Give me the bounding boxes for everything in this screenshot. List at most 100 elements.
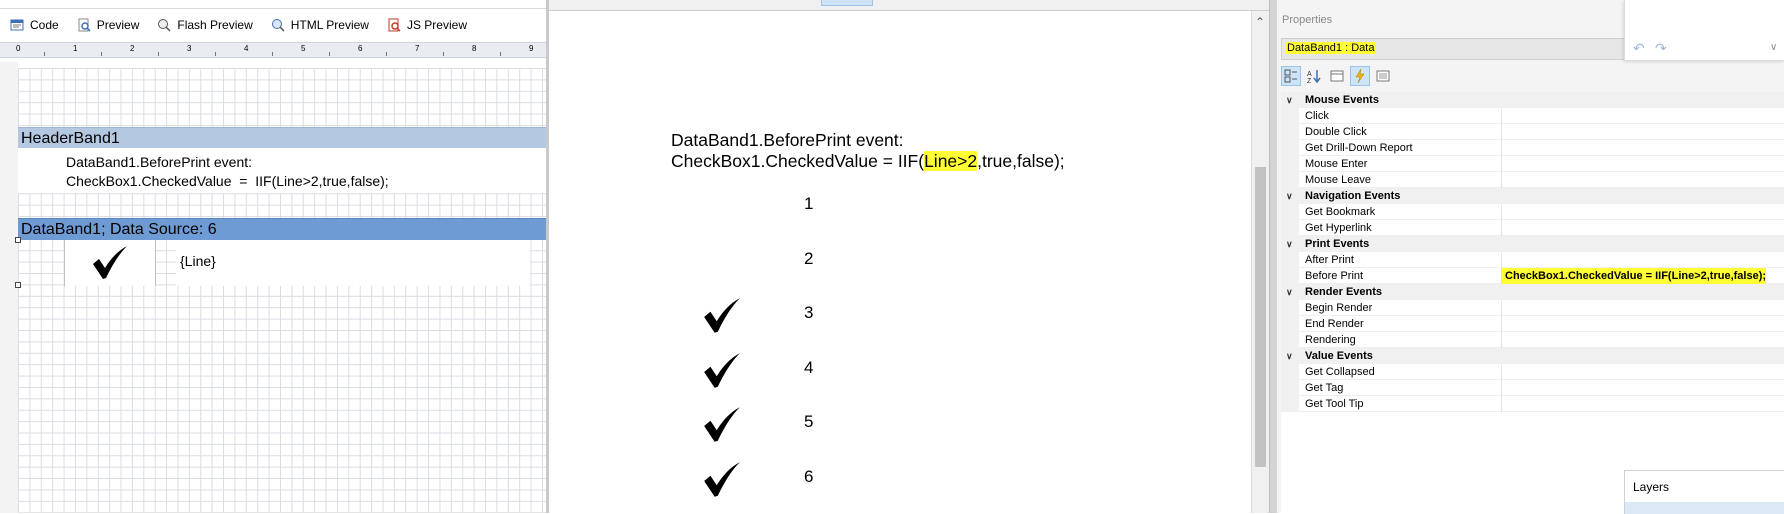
- undo-icon[interactable]: ↶: [1633, 40, 1645, 57]
- ruler-mark: 6: [358, 44, 363, 53]
- property-row[interactable]: Mouse Leave: [1281, 172, 1784, 188]
- selection-handle[interactable]: [15, 237, 21, 243]
- header-band-title[interactable]: HeaderBand1: [18, 127, 546, 148]
- scroll-up-icon[interactable]: ⌃: [1255, 15, 1265, 29]
- checkbox-component[interactable]: [64, 240, 156, 286]
- property-row[interactable]: Rendering: [1281, 332, 1784, 348]
- property-value[interactable]: [1501, 380, 1505, 396]
- property-row[interactable]: Get Tag: [1281, 380, 1784, 396]
- preview-text-line1: DataBand1.BeforePrint event:: [671, 130, 904, 150]
- html-preview-button[interactable]: HTML Preview: [271, 14, 369, 36]
- property-value[interactable]: [1501, 156, 1505, 172]
- property-row-before-print[interactable]: Before Print CheckBox1.CheckedValue = IIF…: [1281, 268, 1784, 284]
- category-render-events[interactable]: ∨ Render Events: [1281, 284, 1784, 300]
- header-band-content[interactable]: DataBand1.BeforePrint event: CheckBox1.C…: [18, 148, 546, 193]
- code-icon: [10, 19, 24, 31]
- categorized-view-button[interactable]: [1281, 66, 1301, 86]
- layers-list[interactable]: [1625, 502, 1784, 514]
- flash-preview-label: Flash Preview: [177, 18, 253, 32]
- designer-top-edge: [0, 0, 546, 9]
- chevron-down-icon[interactable]: ∨: [1286, 92, 1293, 108]
- report-preview: DataBand1.BeforePrint event: CheckBox1.C…: [549, 0, 1269, 513]
- js-preview-label: JS Preview: [406, 18, 467, 32]
- property-value[interactable]: [1501, 300, 1505, 316]
- property-value[interactable]: [1501, 108, 1505, 124]
- selection-handle[interactable]: [15, 282, 21, 288]
- preview-scrollbar[interactable]: ⌃: [1251, 11, 1269, 513]
- property-value[interactable]: [1501, 124, 1505, 140]
- categorized-icon: [1284, 69, 1297, 83]
- property-row[interactable]: End Render: [1281, 316, 1784, 332]
- property-row[interactable]: Begin Render: [1281, 300, 1784, 316]
- properties-toolbar: AZ: [1281, 64, 1396, 88]
- property-row[interactable]: After Print: [1281, 252, 1784, 268]
- property-value[interactable]: [1501, 140, 1505, 156]
- ruler-mark: 0: [16, 44, 21, 53]
- js-preview-button[interactable]: JS Preview: [387, 14, 467, 36]
- line-field-expression: {Line}: [180, 253, 216, 269]
- property-row[interactable]: Get Bookmark: [1281, 204, 1784, 220]
- property-value[interactable]: [1501, 220, 1505, 236]
- flash-preview-icon: [158, 19, 171, 32]
- alphabetical-view-button[interactable]: AZ: [1304, 66, 1324, 86]
- preview-icon: [78, 18, 91, 32]
- property-pages-button[interactable]: [1373, 66, 1393, 86]
- code-label: Code: [30, 18, 59, 32]
- line-text-component[interactable]: {Line}: [176, 240, 530, 286]
- layers-title: Layers: [1633, 480, 1670, 494]
- preview-page: DataBand1.BeforePrint event: CheckBox1.C…: [549, 11, 1251, 513]
- scroll-thumb[interactable]: [1255, 167, 1266, 467]
- js-preview-icon: [388, 18, 401, 32]
- data-band-content[interactable]: {Line}: [15, 237, 546, 288]
- category-navigation-events[interactable]: ∨ Navigation Events: [1281, 188, 1784, 204]
- property-value[interactable]: [1501, 396, 1505, 412]
- preview-text-suffix: ,true,false);: [977, 151, 1065, 171]
- preview-text-highlight: Line>2: [924, 151, 978, 171]
- html-preview-icon: [271, 19, 285, 32]
- property-value[interactable]: [1501, 172, 1505, 188]
- row-number: 4: [804, 358, 814, 377]
- property-row[interactable]: Get Collapsed: [1281, 364, 1784, 380]
- redo-icon[interactable]: ↷: [1655, 40, 1667, 57]
- chevron-down-icon[interactable]: ∨: [1770, 42, 1777, 53]
- chevron-down-icon[interactable]: ∨: [1286, 188, 1293, 204]
- undo-redo-panel: ↶ ↷ ∨: [1624, 0, 1784, 61]
- property-row[interactable]: Double Click: [1281, 124, 1784, 140]
- preview-tab[interactable]: [821, 0, 873, 6]
- before-print-value[interactable]: CheckBox1.CheckedValue = IIF(Line>2,true…: [1501, 268, 1767, 284]
- property-value[interactable]: [1501, 332, 1505, 348]
- category-value-events[interactable]: ∨ Value Events: [1281, 348, 1784, 364]
- properties-icon: [1330, 70, 1344, 82]
- property-value[interactable]: [1501, 252, 1505, 268]
- property-row[interactable]: Mouse Enter: [1281, 156, 1784, 172]
- preview-text-prefix: CheckBox1.CheckedValue = IIF(: [671, 151, 925, 171]
- ruler-mark: 8: [472, 44, 477, 53]
- properties-tab-button[interactable]: [1327, 66, 1347, 86]
- ruler-mark: 9: [529, 44, 534, 53]
- properties-title: Properties: [1282, 14, 1333, 26]
- preview-button[interactable]: Preview: [77, 14, 139, 36]
- chevron-down-icon[interactable]: ∨: [1286, 236, 1293, 252]
- chevron-down-icon[interactable]: ∨: [1286, 348, 1293, 364]
- property-row[interactable]: Click: [1281, 108, 1784, 124]
- report-designer: Code Preview Flash Preview HTML Preview …: [0, 0, 546, 513]
- chevron-down-icon[interactable]: ∨: [1286, 284, 1293, 300]
- category-mouse-events[interactable]: ∨ Mouse Events: [1281, 92, 1784, 108]
- designer-toolbar: Code Preview Flash Preview HTML Preview …: [0, 10, 546, 40]
- property-value[interactable]: [1501, 364, 1505, 380]
- flash-preview-button[interactable]: Flash Preview: [157, 14, 253, 36]
- property-pages-icon: [1376, 70, 1390, 82]
- preview-text-line2: CheckBox1.CheckedValue = IIF(Line>2,true…: [671, 151, 1065, 172]
- property-row[interactable]: Get Tool Tip: [1281, 396, 1784, 412]
- data-band-title[interactable]: DataBand1; Data Source: 6: [18, 218, 546, 240]
- ruler-mark: 5: [301, 44, 306, 53]
- code-button[interactable]: Code: [10, 14, 59, 36]
- property-value[interactable]: [1501, 204, 1505, 220]
- property-value[interactable]: [1501, 316, 1505, 332]
- events-tab-button[interactable]: [1350, 66, 1370, 86]
- property-row[interactable]: Get Drill-Down Report: [1281, 140, 1784, 156]
- header-text-component[interactable]: DataBand1.BeforePrint event: CheckBox1.C…: [66, 153, 389, 191]
- properties-panel: Properties DataBand1 : Data AZ ∨ Mouse Ev…: [1277, 0, 1784, 513]
- category-print-events[interactable]: ∨ Print Events: [1281, 236, 1784, 252]
- property-row[interactable]: Get Hyperlink: [1281, 220, 1784, 236]
